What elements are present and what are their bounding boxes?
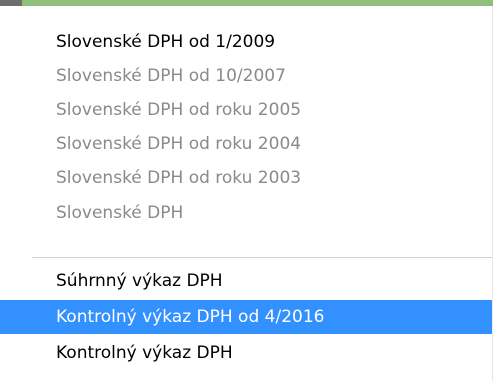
menu-item-label: Slovenské DPH: [56, 203, 184, 223]
menu-item-label: Slovenské DPH od 1/2009: [56, 32, 276, 52]
menu-item-label: Kontrolný výkaz DPH: [56, 343, 233, 363]
context-menu: Slovenské DPH od 1/2009 Slovenské DPH od…: [0, 6, 493, 381]
menu-item-label: Slovenské DPH od roku 2004: [56, 134, 302, 154]
menu-item-label: Súhrnný výkaz DPH: [56, 271, 223, 291]
menu-item-kontrolny-vykaz-dph-od-4-2016[interactable]: Kontrolný výkaz DPH od 4/2016: [0, 300, 492, 334]
menu-item-slovenske-dph: Slovenské DPH: [0, 196, 492, 230]
menu-item-slovenske-dph-od-roku-2005: Slovenské DPH od roku 2005: [0, 93, 492, 127]
menu-separator: [32, 257, 492, 258]
menu-item-slovenske-dph-od-roku-2003: Slovenské DPH od roku 2003: [0, 161, 492, 195]
menu-item-label: Slovenské DPH od roku 2005: [56, 100, 302, 120]
menu-item-slovenske-dph-od-10-2007: Slovenské DPH od 10/2007: [0, 59, 492, 93]
menu-item-label: Slovenské DPH od 10/2007: [56, 66, 286, 86]
menu-item-slovenske-dph-od-roku-2004: Slovenské DPH od roku 2004: [0, 127, 492, 161]
menu-item-label: Slovenské DPH od roku 2003: [56, 168, 302, 188]
menu-item-suhrnny-vykaz-dph[interactable]: Súhrnný výkaz DPH: [0, 264, 492, 298]
menu-item-label: Kontrolný výkaz DPH od 4/2016: [56, 307, 325, 327]
menu-item-kontrolny-vykaz-dph[interactable]: Kontrolný výkaz DPH: [0, 336, 492, 370]
menu-item-slovenske-dph-od-1-2009[interactable]: Slovenské DPH od 1/2009: [0, 25, 492, 59]
